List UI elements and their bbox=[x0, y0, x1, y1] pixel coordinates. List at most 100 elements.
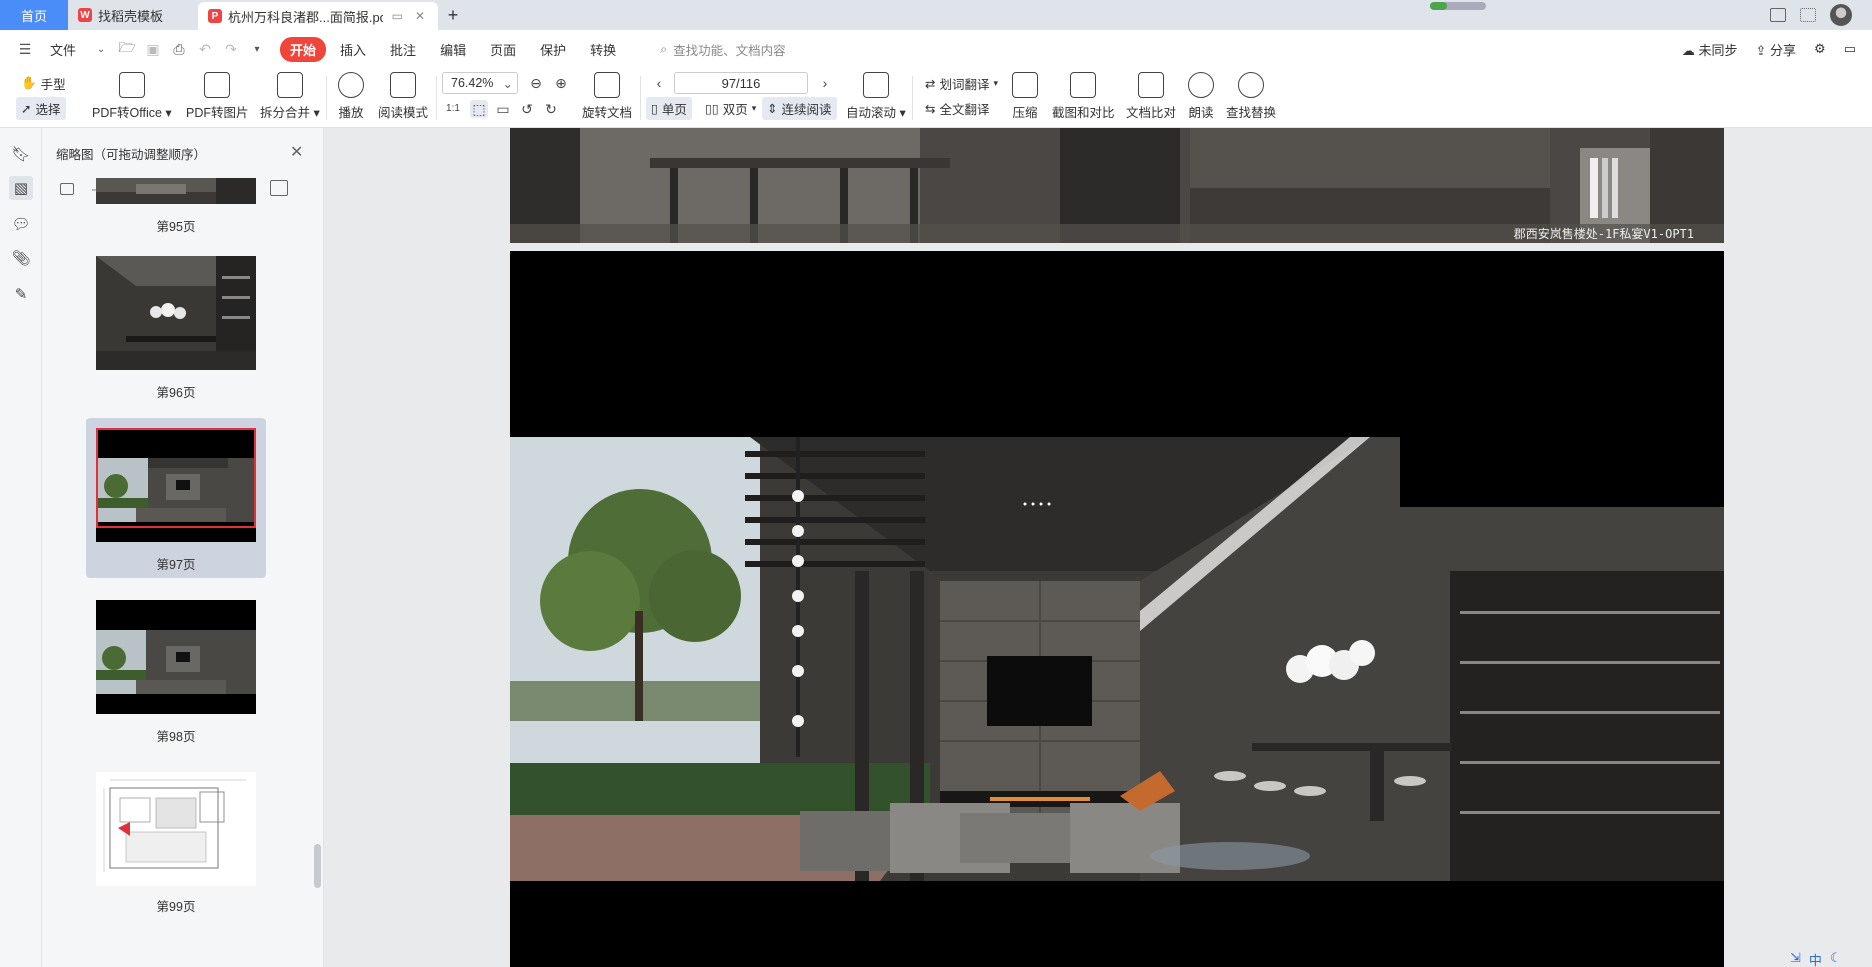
word-translate-button[interactable]: ⇄ 划词翻译 ▾ bbox=[920, 72, 1003, 95]
hamburger-menu-icon[interactable]: ☰ bbox=[14, 41, 36, 58]
sync-label: 未同步 bbox=[1698, 42, 1738, 58]
pdf-to-image-button[interactable]: PDF转图片 bbox=[186, 72, 249, 121]
chevron-down-icon[interactable]: ⌄ bbox=[90, 44, 112, 55]
single-page-button[interactable]: ▯ 单页 bbox=[646, 97, 692, 120]
thumbnail-icon[interactable]: ▧ bbox=[9, 176, 33, 200]
ime-language-indicator[interactable]: 中 bbox=[1809, 950, 1822, 967]
share-button[interactable]: ⇪ 分享 bbox=[1756, 40, 1797, 59]
menu-protect[interactable]: 保护 bbox=[530, 37, 576, 62]
split-merge-label: 拆分合并 bbox=[260, 106, 311, 120]
signature-icon[interactable]: ✎ bbox=[9, 282, 33, 306]
pdf-to-image-label: PDF转图片 bbox=[186, 106, 249, 120]
document-view[interactable]: 郡西安岚售楼处-1F私宴V1-OPT1 bbox=[324, 128, 1872, 967]
tab-templates[interactable]: W 找稻壳模板 bbox=[68, 0, 198, 30]
function-search[interactable]: ⌕ 查找功能、文档内容 bbox=[660, 40, 786, 59]
tab-home[interactable]: 首页 bbox=[0, 0, 68, 30]
reading-mode-button[interactable]: 阅读模式 bbox=[378, 72, 428, 121]
screenshot-compare-label: 截图和对比 bbox=[1052, 106, 1115, 120]
pdf-to-office-button[interactable]: PDF转Office ▾ bbox=[92, 72, 172, 121]
customize-toolbar-icon[interactable]: ▾ bbox=[246, 44, 268, 55]
sync-status[interactable]: ☁ 未同步 bbox=[1682, 40, 1738, 59]
thumbnail-label: 第95页 bbox=[156, 220, 196, 234]
pdf-to-office-icon bbox=[118, 72, 145, 98]
hand-tool-button[interactable]: ✋ 手型 bbox=[16, 72, 71, 95]
auto-scroll-button[interactable]: 自动滚动 ▾ bbox=[846, 72, 906, 121]
continuous-reading-button[interactable]: ⇕ 连续阅读 bbox=[762, 97, 837, 120]
thumbnail-image bbox=[96, 256, 256, 370]
left-sidebar-rail: 🔖︎ ▧ 💬︎ 📎︎ ✎ bbox=[0, 128, 42, 967]
undo-icon[interactable]: ↶ bbox=[194, 41, 216, 58]
find-replace-label: 查找替换 bbox=[1226, 106, 1277, 120]
auto-scroll-label: 自动滚动 bbox=[846, 106, 897, 120]
previous-page-icon[interactable]: ‹ bbox=[650, 74, 668, 92]
thumbnail-page-99[interactable]: 第99页 bbox=[86, 762, 266, 962]
comment-icon[interactable]: 💬︎ bbox=[9, 212, 33, 236]
new-tab-button[interactable]: + bbox=[438, 0, 468, 30]
ime-mode-icon[interactable]: ☾ bbox=[1830, 950, 1842, 967]
window-layout-icon[interactable] bbox=[1770, 8, 1786, 22]
input-method-icon[interactable]: ⇲ bbox=[1790, 950, 1801, 967]
menu-start[interactable]: 开始 bbox=[280, 36, 327, 62]
thumbnail-page-95[interactable] bbox=[86, 176, 266, 206]
bookmark-icon[interactable]: 🔖︎ bbox=[9, 142, 33, 166]
screenshot-compare-button[interactable]: 截图和对比 bbox=[1052, 72, 1115, 121]
rotate-document-icon bbox=[594, 72, 620, 98]
user-avatar[interactable] bbox=[1830, 4, 1852, 26]
divider bbox=[436, 76, 437, 120]
zoom-out-icon[interactable]: ⊖ bbox=[527, 74, 545, 92]
open-folder-icon[interactable]: 🗁 bbox=[116, 37, 138, 61]
thumbnail-page-96[interactable]: 第96页 bbox=[86, 246, 266, 406]
comment-icon[interactable]: ▭ bbox=[1844, 41, 1856, 57]
rotate-document-button[interactable]: 旋转文档 bbox=[582, 72, 632, 121]
attachment-icon[interactable]: 📎︎ bbox=[9, 246, 33, 270]
print-icon[interactable]: ⎙ bbox=[168, 41, 190, 58]
save-icon[interactable]: ▣ bbox=[142, 41, 164, 58]
rotate-left-icon[interactable]: ↺ bbox=[518, 100, 536, 118]
zoom-level-select[interactable]: 76.42% ⌄ bbox=[442, 72, 518, 94]
docer-logo-icon: W bbox=[78, 8, 92, 22]
rotate-right-icon[interactable]: ↻ bbox=[542, 100, 560, 118]
play-button[interactable]: 播放 bbox=[338, 72, 364, 121]
menu-page[interactable]: 页面 bbox=[480, 37, 526, 62]
menu-convert[interactable]: 转换 bbox=[580, 37, 626, 62]
document-compare-button[interactable]: 文档比对 bbox=[1126, 72, 1176, 121]
compress-button[interactable]: 压缩 bbox=[1012, 72, 1038, 121]
menu-annotate[interactable]: 批注 bbox=[380, 37, 426, 62]
thumbnail-page-97[interactable]: 第97页 bbox=[86, 418, 266, 578]
thumbnail-page-98[interactable]: 第98页 bbox=[86, 590, 266, 750]
read-aloud-button[interactable]: 朗读 bbox=[1188, 72, 1214, 121]
close-tab-icon[interactable]: ✕ bbox=[412, 9, 428, 23]
full-translate-button[interactable]: ⇆ 全文翻译 bbox=[920, 97, 995, 120]
read-aloud-icon bbox=[1188, 72, 1214, 98]
double-page-button[interactable]: ▯▯ 双页 ▾ bbox=[700, 97, 761, 120]
file-menu[interactable]: 文件 bbox=[40, 37, 86, 62]
actual-size-icon[interactable]: 1:1 bbox=[444, 100, 462, 118]
page-caption: 郡西安岚售楼处-1F私宴V1-OPT1 bbox=[1513, 227, 1694, 241]
menu-insert[interactable]: 插入 bbox=[330, 37, 376, 62]
double-page-label: 双页 bbox=[722, 103, 748, 117]
pin-tab-icon[interactable]: ▭ bbox=[389, 9, 406, 23]
thumbnail-image bbox=[96, 600, 256, 714]
zoom-in-icon[interactable]: ⊕ bbox=[552, 74, 570, 92]
fit-page-icon[interactable]: ⬚ bbox=[470, 100, 488, 118]
menu-edit[interactable]: 编辑 bbox=[430, 37, 476, 62]
compress-icon bbox=[1012, 72, 1038, 98]
settings-icon[interactable]: ⚙ bbox=[1814, 41, 1826, 57]
full-translate-label: 全文翻译 bbox=[939, 103, 990, 117]
select-tool-button[interactable]: ➚ 选择 bbox=[16, 97, 66, 120]
tab-document[interactable]: P 杭州万科良渚郡...面简报.pdf ▭ ✕ bbox=[198, 2, 438, 30]
split-merge-button[interactable]: 拆分合并 ▾ bbox=[260, 72, 320, 121]
single-page-label: 单页 bbox=[661, 103, 687, 117]
find-replace-button[interactable]: 查找替换 bbox=[1226, 72, 1276, 121]
divider bbox=[640, 76, 641, 120]
redo-icon[interactable]: ↷ bbox=[220, 41, 242, 58]
page-number-input[interactable]: 97/116 bbox=[674, 72, 808, 94]
next-page-icon[interactable]: › bbox=[816, 74, 834, 92]
small-image-icon bbox=[60, 183, 74, 195]
grid-apps-icon[interactable] bbox=[1800, 8, 1816, 22]
close-icon[interactable]: ✕ bbox=[290, 142, 303, 162]
menu-bar: ☰ 文件 ⌄ 🗁 ▣ ⎙ ↶ ↷ ▾ 开始 插入 批注 编辑 页面 保护 转换 … bbox=[0, 30, 1872, 68]
fit-width-icon[interactable]: ▭ bbox=[494, 100, 512, 118]
cloud-icon: ☁ bbox=[1681, 42, 1695, 58]
thumbnail-scrollbar[interactable] bbox=[314, 844, 321, 888]
